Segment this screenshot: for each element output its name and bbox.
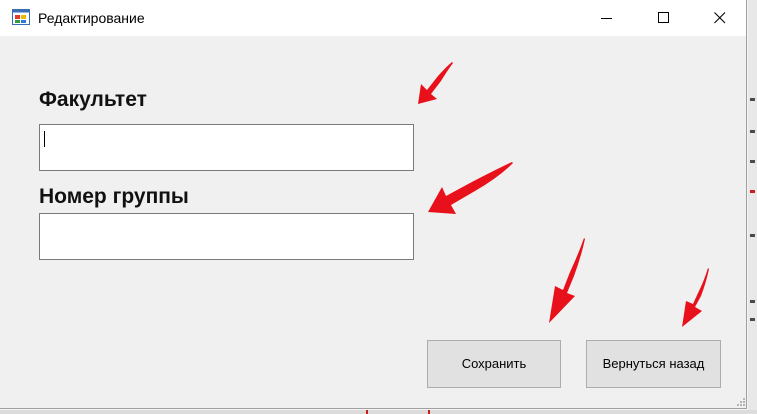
close-icon xyxy=(714,12,726,24)
close-button[interactable] xyxy=(697,0,743,36)
maximize-button[interactable] xyxy=(641,0,687,36)
screen: Редактирование Факультет Номер группы Со… xyxy=(0,0,757,414)
background-app-edge xyxy=(748,0,757,414)
text-caret xyxy=(44,131,45,147)
title-bar[interactable]: Редактирование xyxy=(0,0,746,36)
faculty-label: Факультет xyxy=(39,88,147,111)
faculty-input[interactable] xyxy=(39,124,414,171)
edit-dialog: Редактирование Факультет Номер группы Со… xyxy=(0,0,747,409)
app-form-icon xyxy=(12,9,30,25)
group-number-label: Номер группы xyxy=(39,185,189,208)
back-button[interactable]: Вернуться назад xyxy=(586,340,721,388)
group-number-input[interactable] xyxy=(39,213,414,260)
minimize-icon xyxy=(601,18,612,19)
save-button[interactable]: Сохранить xyxy=(427,340,561,388)
window-title: Редактирование xyxy=(38,10,145,26)
minimize-button[interactable] xyxy=(584,0,630,36)
resize-grip-icon[interactable] xyxy=(736,397,746,407)
background-app-bottom xyxy=(0,410,757,414)
maximize-icon xyxy=(658,12,669,23)
